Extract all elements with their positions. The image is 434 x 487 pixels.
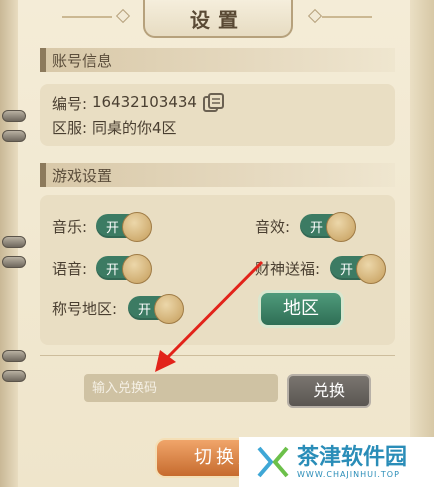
watermark-logo-icon (257, 446, 289, 478)
annotation-arrow (155, 260, 264, 372)
watermark-url: WWW.CHAJINHUI.TOP (297, 469, 400, 479)
site-watermark: 茶津软件园 WWW.CHAJINHUI.TOP (239, 437, 434, 487)
watermark-title: 茶津软件园 (297, 444, 408, 470)
